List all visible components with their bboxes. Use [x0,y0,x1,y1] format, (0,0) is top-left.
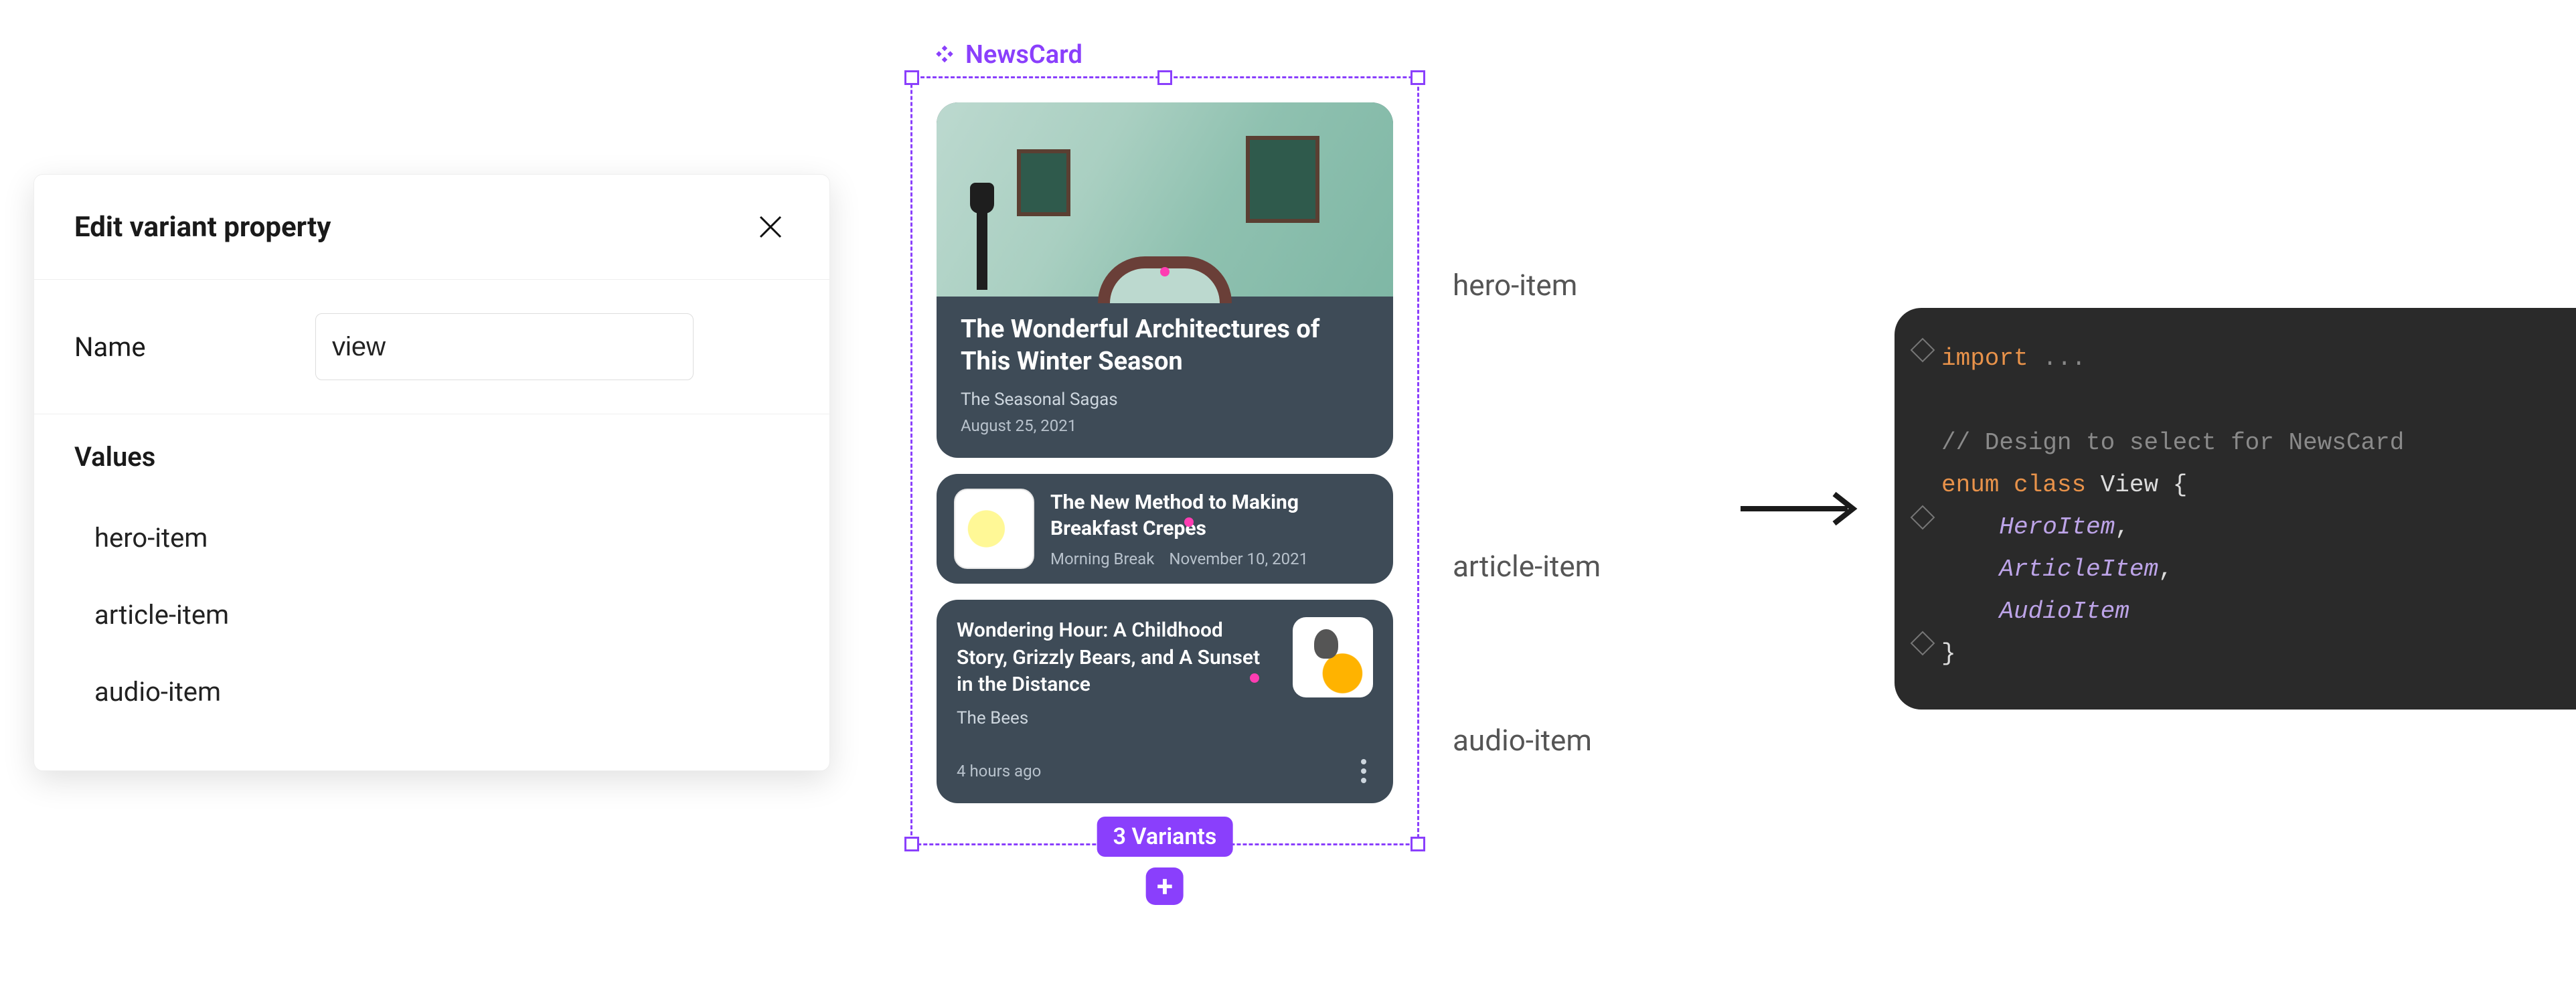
code-line: HeroItem, [1941,506,2571,548]
close-button[interactable] [752,208,789,246]
close-icon [756,213,785,241]
component-icon [933,44,956,66]
code-line: import ... [1941,337,2571,380]
variant-value-item[interactable]: hero-item [74,499,789,576]
code-line: // Design to select for NewsCard [1941,422,2571,464]
resize-handle[interactable] [904,70,919,85]
overflow-menu-button[interactable] [1354,752,1373,790]
code-line [1941,380,2571,422]
property-name-input[interactable] [315,313,694,380]
selection-box[interactable]: The Wonderful Architectures of This Wint… [910,76,1419,845]
audio-thumbnail [1293,617,1373,697]
arrow-icon [1734,482,1868,538]
card-time-ago: 4 hours ago [957,762,1041,780]
variant-count-badge: 3 Variants [1097,817,1233,857]
resize-handle[interactable] [1411,70,1425,85]
gutter-expand-icon[interactable] [1913,509,1932,526]
resize-handle[interactable] [1157,70,1172,85]
figma-component-frame: NewsCard The Wonderful Architectures of … [910,40,1419,845]
card-source: The Bees [957,708,1277,728]
dots-vertical-icon [1361,759,1366,764]
code-line: ArticleItem, [1941,548,2571,590]
card-title: The New Method to Making Breakfast Crepe… [1050,489,1376,542]
card-title: Wondering Hour: A Childhood Story, Grizz… [957,617,1277,699]
code-line: AudioItem [1941,590,2571,633]
gutter-expand-icon[interactable] [1913,635,1932,652]
plus-icon: + [1157,869,1173,904]
cursor-marker-icon [1160,267,1170,276]
card-source: The Seasonal Sagas [961,390,1369,410]
variant-hero-item[interactable]: The Wonderful Architectures of This Wint… [937,102,1393,458]
variant-article-item[interactable]: The New Method to Making Breakfast Crepe… [937,474,1393,584]
variant-value-item[interactable]: article-item [74,576,789,653]
variant-audio-item[interactable]: Wondering Hour: A Childhood Story, Grizz… [937,600,1393,803]
variant-annotation: hero-item [1453,268,1577,303]
variant-value-item[interactable]: audio-item [74,653,789,730]
card-title: The Wonderful Architectures of This Wint… [961,314,1369,378]
resize-handle[interactable] [1411,837,1425,851]
code-line: enum class View { [1941,464,2571,506]
card-date: November 10, 2021 [1169,550,1308,568]
values-heading: Values [74,441,789,473]
variant-annotation: article-item [1453,549,1601,584]
article-thumbnail [954,489,1034,569]
cursor-marker-icon [1250,673,1259,683]
card-date: August 25, 2021 [961,416,1369,435]
card-source: Morning Break [1050,550,1154,568]
name-label: Name [74,331,275,363]
generated-code-block: import ... // Design to select for NewsC… [1895,308,2576,710]
component-name: NewsCard [965,40,1082,70]
cursor-marker-icon [1184,517,1194,527]
add-variant-button[interactable]: + [1146,867,1184,905]
hero-image [937,102,1393,297]
gutter-expand-icon[interactable] [1913,341,1932,359]
code-line: } [1941,633,2571,675]
component-label[interactable]: NewsCard [933,40,1419,70]
panel-title: Edit variant property [74,211,331,244]
variant-property-panel: Edit variant property Name Values hero-i… [33,174,830,771]
resize-handle[interactable] [904,837,919,851]
variant-annotation: audio-item [1453,723,1592,758]
